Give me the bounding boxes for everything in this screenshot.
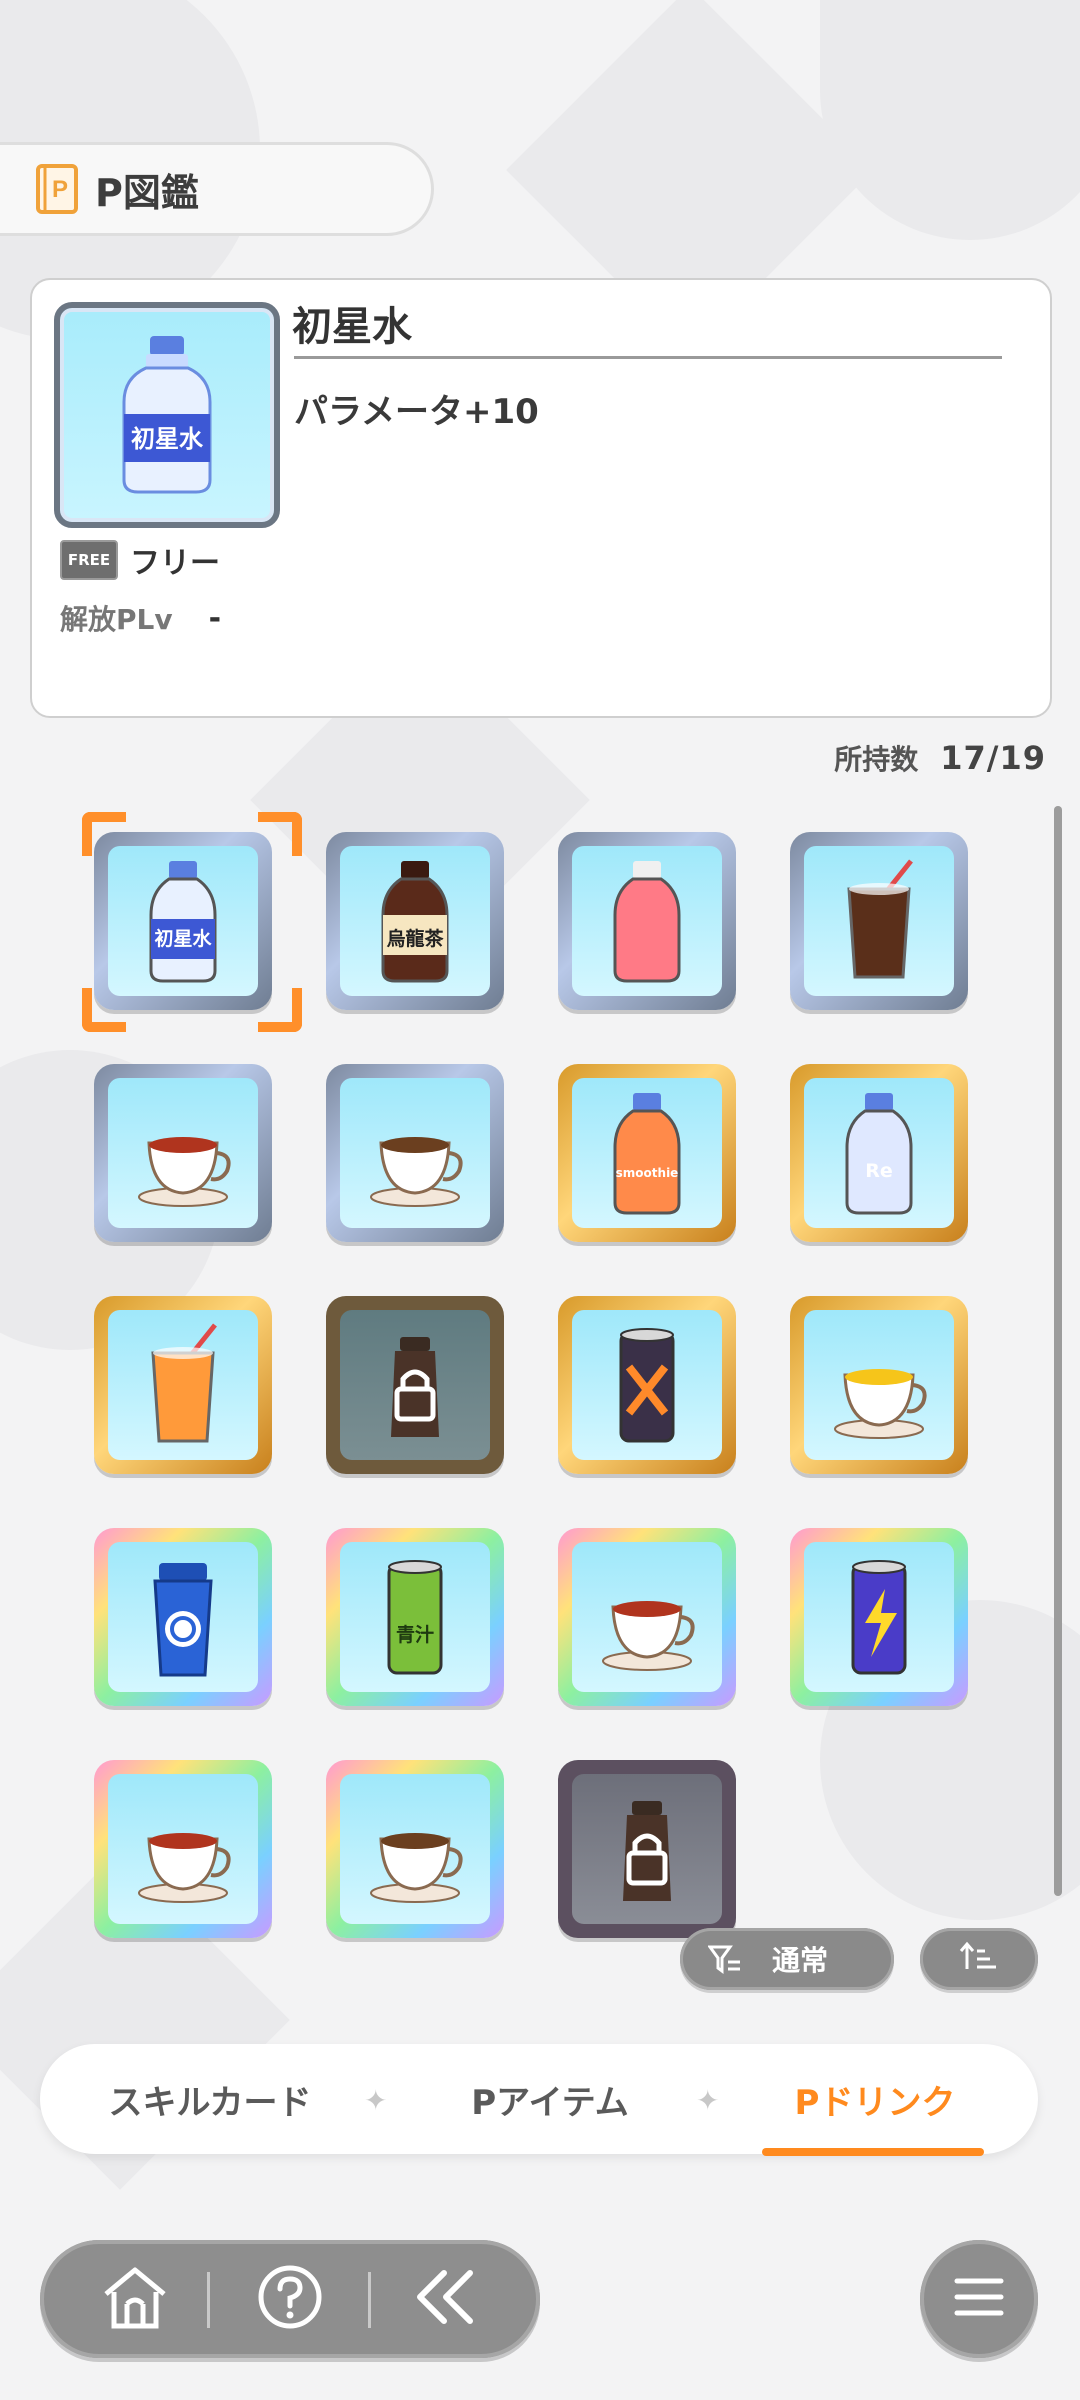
oolong-tea-bottle-icon: 烏龍茶: [340, 846, 490, 996]
drink-tile-strawberry-smoothie[interactable]: smoothie: [558, 1064, 736, 1242]
royal-tea-icon: [108, 1774, 258, 1924]
drink-tile-herb-tea[interactable]: [790, 1296, 968, 1474]
nav-divider: [207, 2272, 210, 2328]
drink-tile-sports-drink[interactable]: Re: [790, 1064, 968, 1242]
drink-tile-fruit-soda[interactable]: [94, 1296, 272, 1474]
fruit-drink-icon: [108, 1310, 258, 1460]
thunder-can-icon: [804, 1542, 954, 1692]
drink-tile-iced-coffee[interactable]: [790, 832, 968, 1010]
drink-tile-hatsuboshi-water[interactable]: 初星水: [94, 832, 272, 1010]
svg-text:青汁: 青汁: [396, 1623, 434, 1646]
pink-soda-bottle-icon: [572, 846, 722, 996]
water-bottle-icon: 初星水: [108, 846, 258, 996]
drink-tile-hot-coffee[interactable]: [326, 1064, 504, 1242]
tab-skill-card[interactable]: スキルカード: [80, 2044, 340, 2154]
drink-tile-cafe-latte[interactable]: [326, 1760, 504, 1938]
sports-bottle-icon: Re: [804, 1078, 954, 1228]
drink-tile-thunder-can[interactable]: [790, 1528, 968, 1706]
help-icon: [255, 2262, 325, 2336]
drink-tile-pink-soda[interactable]: [558, 832, 736, 1010]
energy-can-icon: [572, 1310, 722, 1460]
drink-tile-protein-shaker[interactable]: [94, 1528, 272, 1706]
svg-text:烏龍茶: 烏龍茶: [386, 927, 444, 950]
menu-button[interactable]: [920, 2240, 1038, 2358]
lock-icon: [572, 1774, 722, 1924]
sort-ascending-icon: [959, 1941, 999, 1977]
back-button[interactable]: [370, 2240, 520, 2358]
bottom-nav: [40, 2240, 540, 2358]
coffee-cup-icon: [340, 1078, 490, 1228]
hamburger-menu-icon: [954, 2275, 1004, 2323]
home-icon: [100, 2262, 170, 2336]
tab-p-drink[interactable]: Pドリンク: [760, 2044, 990, 2154]
filter-label: 通常: [772, 1944, 829, 1977]
drink-tile-royal-tea[interactable]: [94, 1760, 272, 1938]
help-button[interactable]: [215, 2240, 365, 2358]
tab-p-item[interactable]: Pアイテム: [430, 2044, 670, 2154]
herb-tea-icon: [804, 1310, 954, 1460]
tab-separator-icon: ✦: [696, 2084, 720, 2117]
drink-tile-aojiru-can[interactable]: 青汁: [326, 1528, 504, 1706]
lock-icon: [340, 1310, 490, 1460]
special-cup-icon: [572, 1542, 722, 1692]
drink-tile-red-tea[interactable]: [94, 1064, 272, 1242]
active-tab-indicator: [762, 2148, 984, 2156]
tea-cup-icon: [108, 1078, 258, 1228]
svg-text:smoothie: smoothie: [616, 1166, 679, 1180]
iced-coffee-icon: [804, 846, 954, 996]
home-button[interactable]: [60, 2240, 210, 2358]
latte-cup-icon: [340, 1774, 490, 1924]
drink-tile-oolong-tea[interactable]: 烏龍茶: [326, 832, 504, 1010]
svg-text:初星水: 初星水: [154, 927, 212, 950]
drink-tile-energy-can[interactable]: [558, 1296, 736, 1474]
shaker-icon: [108, 1542, 258, 1692]
tab-separator-icon: ✦: [364, 2084, 388, 2117]
smoothie-bottle-icon: smoothie: [572, 1078, 722, 1228]
drink-tile-locked-bottle-2[interactable]: [558, 1760, 736, 1938]
svg-text:Re: Re: [865, 1160, 893, 1182]
category-tabs: スキルカード ✦ Pアイテム ✦ Pドリンク: [40, 2044, 1038, 2156]
drink-grid: 初星水 烏龍茶 smoothie Re 青汁: [0, 0, 1080, 1980]
back-chevrons-icon: [410, 2267, 480, 2331]
aojiru-can-icon: 青汁: [340, 1542, 490, 1692]
drink-tile-special-cup[interactable]: [558, 1528, 736, 1706]
drink-tile-locked-bottle-1[interactable]: [326, 1296, 504, 1474]
filter-button[interactable]: 通常: [680, 1928, 894, 1990]
filter-icon: [708, 1944, 742, 1974]
sort-button[interactable]: [920, 1928, 1038, 1990]
